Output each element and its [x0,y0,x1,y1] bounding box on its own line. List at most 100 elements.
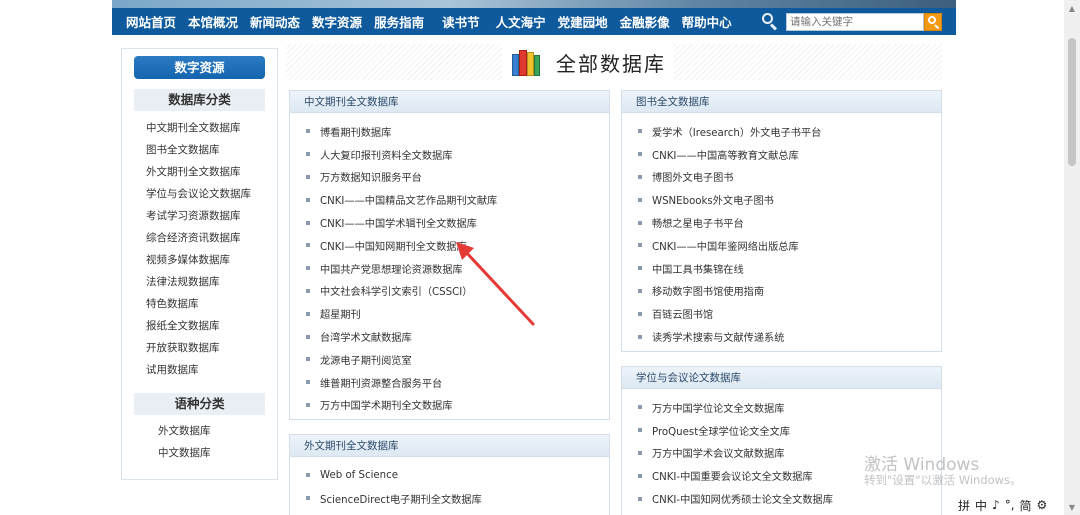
bullet-icon [306,197,310,202]
panel-title: 图书全文数据库 [622,91,941,113]
ime-pinyin-icon[interactable]: 拼 [958,497,970,514]
db-link-label: CNKI——中国精品文艺作品期刊文献库 [320,196,498,208]
nav-home[interactable]: 网站首页 [112,12,182,31]
db-link-label: CNKI——中国高等教育文献总库 [652,150,799,162]
list-item[interactable]: CNKI——中国学术辑刊全文数据库 [306,211,609,234]
bullet-icon [306,357,310,362]
bullet-icon [306,266,310,271]
list-item[interactable]: 龙源电子期刊阅览室 [306,348,609,371]
db-link-label: 万方数据知识服务平台 [320,173,422,185]
db-link-label: CNKI-中国重要会议论文全文数据库 [652,472,813,484]
db-link-label: WSNEbooks外文电子图书 [652,196,774,208]
nav-party-building[interactable]: 党建园地 [552,12,614,31]
bullet-icon [638,266,642,271]
sidebar-item-cn-journals[interactable]: 中文期刊全文数据库 [146,117,251,139]
nav-service-guide[interactable]: 服务指南 [368,12,430,31]
ime-settings-icon[interactable]: ⚙ [1037,498,1048,512]
list-item[interactable]: ProQuest全球学位论文全文库 [638,419,941,442]
sidebar-item-video[interactable]: 视频多媒体数据库 [146,249,251,271]
db-link-label: Web of Science [320,469,398,481]
bullet-icon [638,496,642,501]
list-item[interactable]: 维普期刊资源整合服务平台 [306,371,609,394]
list-item[interactable]: 万方中国学术期刊全文数据库 [306,394,609,417]
bullet-icon [306,129,310,134]
bullet-icon [306,174,310,179]
search-input[interactable] [786,12,924,31]
ime-simplified-mode[interactable]: 简 [1020,497,1032,514]
main-nav: 网站首页 本馆概况 新闻动态 数字资源 服务指南 读书节 人文海宁 党建园地 金… [112,8,956,35]
db-link-label: ScienceDirect电子期刊全文数据库 [320,494,482,506]
vertical-scrollbar[interactable]: ▲ ▼ [1064,0,1080,515]
bullet-icon [638,334,642,339]
page-title: 全部数据库 [556,51,666,76]
page-title-bar: 全部数据库 [286,44,942,80]
list-item[interactable]: CNKI——中国精品文艺作品期刊文献库 [306,188,609,211]
db-link-label: 中国共产党思想理论资源数据库 [320,264,463,276]
scroll-thumb[interactable] [1068,38,1076,166]
sidebar-item-chinese-db[interactable]: 中文数据库 [158,442,211,464]
bullet-icon [638,152,642,157]
lang-category-title: 语种分类 [134,393,265,415]
bullet-icon [306,496,310,501]
list-item[interactable]: CNKI——中国年鉴网络出版总库 [638,234,941,257]
sidebar-item-open-access[interactable]: 开放获取数据库 [146,337,251,359]
list-item[interactable]: 人大复印报刊资料全文数据库 [306,143,609,166]
nav-news[interactable]: 新闻动态 [244,12,306,31]
db-link-label: 移动数字图书馆使用指南 [652,287,765,299]
panel-books: 图书全文数据库 爱学术（Iresearch）外文电子书平台 CNKI——中国高等… [621,90,942,352]
sidebar-item-law[interactable]: 法律法规数据库 [146,271,251,293]
sidebar-item-newspapers[interactable]: 报纸全文数据库 [146,315,251,337]
list-item[interactable]: 读秀学术搜索与文献传递系统 [638,325,941,348]
sidebar-item-foreign-db[interactable]: 外文数据库 [158,420,211,442]
bullet-icon [638,288,642,293]
bullet-icon [306,334,310,339]
sidebar: 数字资源 数据库分类 中文期刊全文数据库 图书全文数据库 外文期刊全文数据库 学… [121,48,278,480]
list-item[interactable]: ScienceDirect电子期刊全文数据库 [306,487,609,510]
list-item[interactable]: CNKI-中国知网优秀硕士论文全文数据库 [638,487,941,510]
scroll-down-icon[interactable]: ▼ [1064,499,1080,515]
ime-punctuation-icon[interactable]: °, [1005,498,1015,512]
list-item[interactable]: Web of Science [306,464,609,487]
sidebar-item-economy[interactable]: 综合经济资讯数据库 [146,227,251,249]
list-item[interactable]: 移动数字图书馆使用指南 [638,280,941,303]
bullet-icon [638,405,642,410]
list-item[interactable]: 爱学术（Iresearch）外文电子书平台 [638,120,941,143]
nav-reading-festival[interactable]: 读书节 [430,12,486,31]
panel-theses: 学位与会议论文数据库 万方中国学位论文全文数据库 ProQuest全球学位论文全… [621,366,942,515]
db-link-label: CNKI—中国知网期刊全文数据库 [320,241,467,253]
sidebar-item-foreign-journals[interactable]: 外文期刊全文数据库 [146,161,251,183]
bullet-icon [306,402,310,407]
red-arrow-annotation [456,242,535,326]
search-button[interactable] [924,12,942,31]
top-banner-image [112,0,956,8]
nav-financial-images[interactable]: 金融影像 [614,12,676,31]
nav-help-center[interactable]: 帮助中心 [676,12,738,31]
list-item[interactable]: 万方数据知识服务平台 [306,166,609,189]
scroll-up-icon[interactable]: ▲ [1064,0,1080,16]
list-item[interactable]: 万方中国学位论文全文数据库 [638,396,941,419]
sidebar-item-theses[interactable]: 学位与会议论文数据库 [146,183,251,205]
panel-title: 中文期刊全文数据库 [290,91,609,113]
list-item[interactable]: 中国工具书集锦在线 [638,257,941,280]
nav-haining-culture[interactable]: 人文海宁 [486,12,552,31]
ime-chinese-mode[interactable]: 中 [975,497,987,514]
list-item[interactable]: 博图外文电子图书 [638,166,941,189]
nav-about[interactable]: 本馆概况 [182,12,244,31]
ime-moon-icon[interactable]: ♪ [992,498,1000,512]
sidebar-header[interactable]: 数字资源 [134,56,265,79]
list-item[interactable]: CNKI——中国高等教育文献总库 [638,143,941,166]
sidebar-item-exam[interactable]: 考试学习资源数据库 [146,205,251,227]
nav-digital-resources[interactable]: 数字资源 [306,12,368,31]
sidebar-item-special[interactable]: 特色数据库 [146,293,251,315]
db-link-label: 人大复印报刊资料全文数据库 [320,150,453,162]
bullet-icon [638,243,642,248]
db-list: Web of Science ScienceDirect电子期刊全文数据库 [290,457,609,510]
list-item[interactable]: 畅想之星电子书平台 [638,211,941,234]
list-item[interactable]: 百链云图书馆 [638,302,941,325]
sidebar-item-trial[interactable]: 试用数据库 [146,359,251,381]
list-item[interactable]: 博看期刊数据库 [306,120,609,143]
sidebar-item-books[interactable]: 图书全文数据库 [146,139,251,161]
bullet-icon [638,428,642,433]
list-item[interactable]: WSNEbooks外文电子图书 [638,188,941,211]
page-title-group: 全部数据库 [502,44,674,80]
